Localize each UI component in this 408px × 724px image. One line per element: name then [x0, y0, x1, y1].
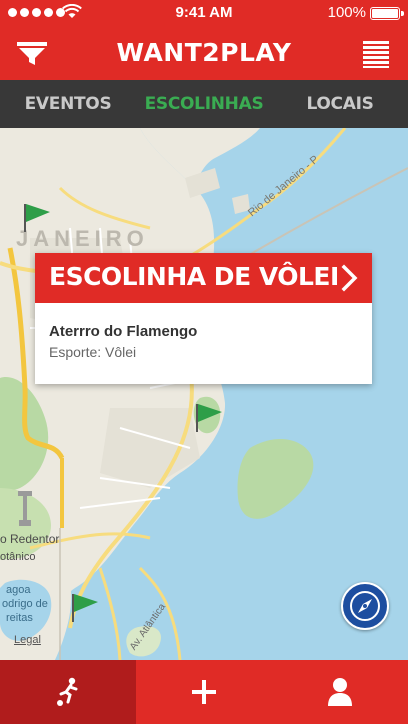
nav-profile-button[interactable]: [272, 660, 408, 724]
card-header[interactable]: ESCOLINHA DE VÔLEI: [35, 253, 372, 303]
nav-add-button[interactable]: [136, 660, 272, 724]
flag-marker[interactable]: [70, 592, 100, 624]
battery-icon: [370, 7, 404, 20]
locate-button[interactable]: [341, 582, 389, 630]
chevron-right-icon[interactable]: [340, 264, 360, 292]
card-title: ESCOLINHA DE VÔLEI: [49, 262, 339, 291]
map-label-lagoa2: odrigo de: [2, 598, 48, 610]
tab-eventos[interactable]: EVENTOS: [0, 80, 136, 128]
location-info-card[interactable]: ESCOLINHA DE VÔLEI Aterrro do Flamengo E…: [35, 253, 372, 384]
flag-marker[interactable]: [22, 202, 52, 234]
menu-icon: [363, 41, 389, 68]
map-canvas: [0, 128, 408, 660]
map-label-botanico: otânico: [0, 551, 36, 563]
app-title: WANT2PLAY: [116, 38, 292, 67]
card-sport: Esporte: Vôlei: [49, 344, 137, 360]
soccer-player-icon: [57, 677, 78, 706]
tab-escolinhas[interactable]: ESCOLINHAS: [136, 80, 272, 128]
category-tabs: EVENTOS ESCOLINHAS LOCAIS: [0, 80, 408, 128]
user-icon: [328, 678, 352, 706]
status-bar: 9:41 AM 100%: [0, 0, 408, 26]
compass-icon: [350, 591, 380, 621]
plus-icon: [192, 680, 216, 704]
map-legal-link[interactable]: Legal: [14, 634, 41, 646]
app-header: WANT2PLAY: [0, 26, 408, 80]
flag-marker[interactable]: [194, 402, 224, 434]
map-label-lagoa1: agoa: [6, 584, 31, 596]
map-view[interactable]: JANEIRO Rio de Janeiro - P o Redentor ot…: [0, 128, 408, 660]
card-place-name: Aterrro do Flamengo: [49, 323, 198, 340]
menu-button[interactable]: [358, 36, 394, 70]
map-label-lagoa3: reitas: [6, 612, 33, 624]
map-label-redentor: o Redentor: [0, 532, 60, 546]
bottom-nav: [0, 660, 408, 724]
nav-sports-button[interactable]: [0, 660, 136, 724]
tab-locais[interactable]: LOCAIS: [272, 80, 408, 128]
battery-percent: 100%: [327, 4, 366, 21]
